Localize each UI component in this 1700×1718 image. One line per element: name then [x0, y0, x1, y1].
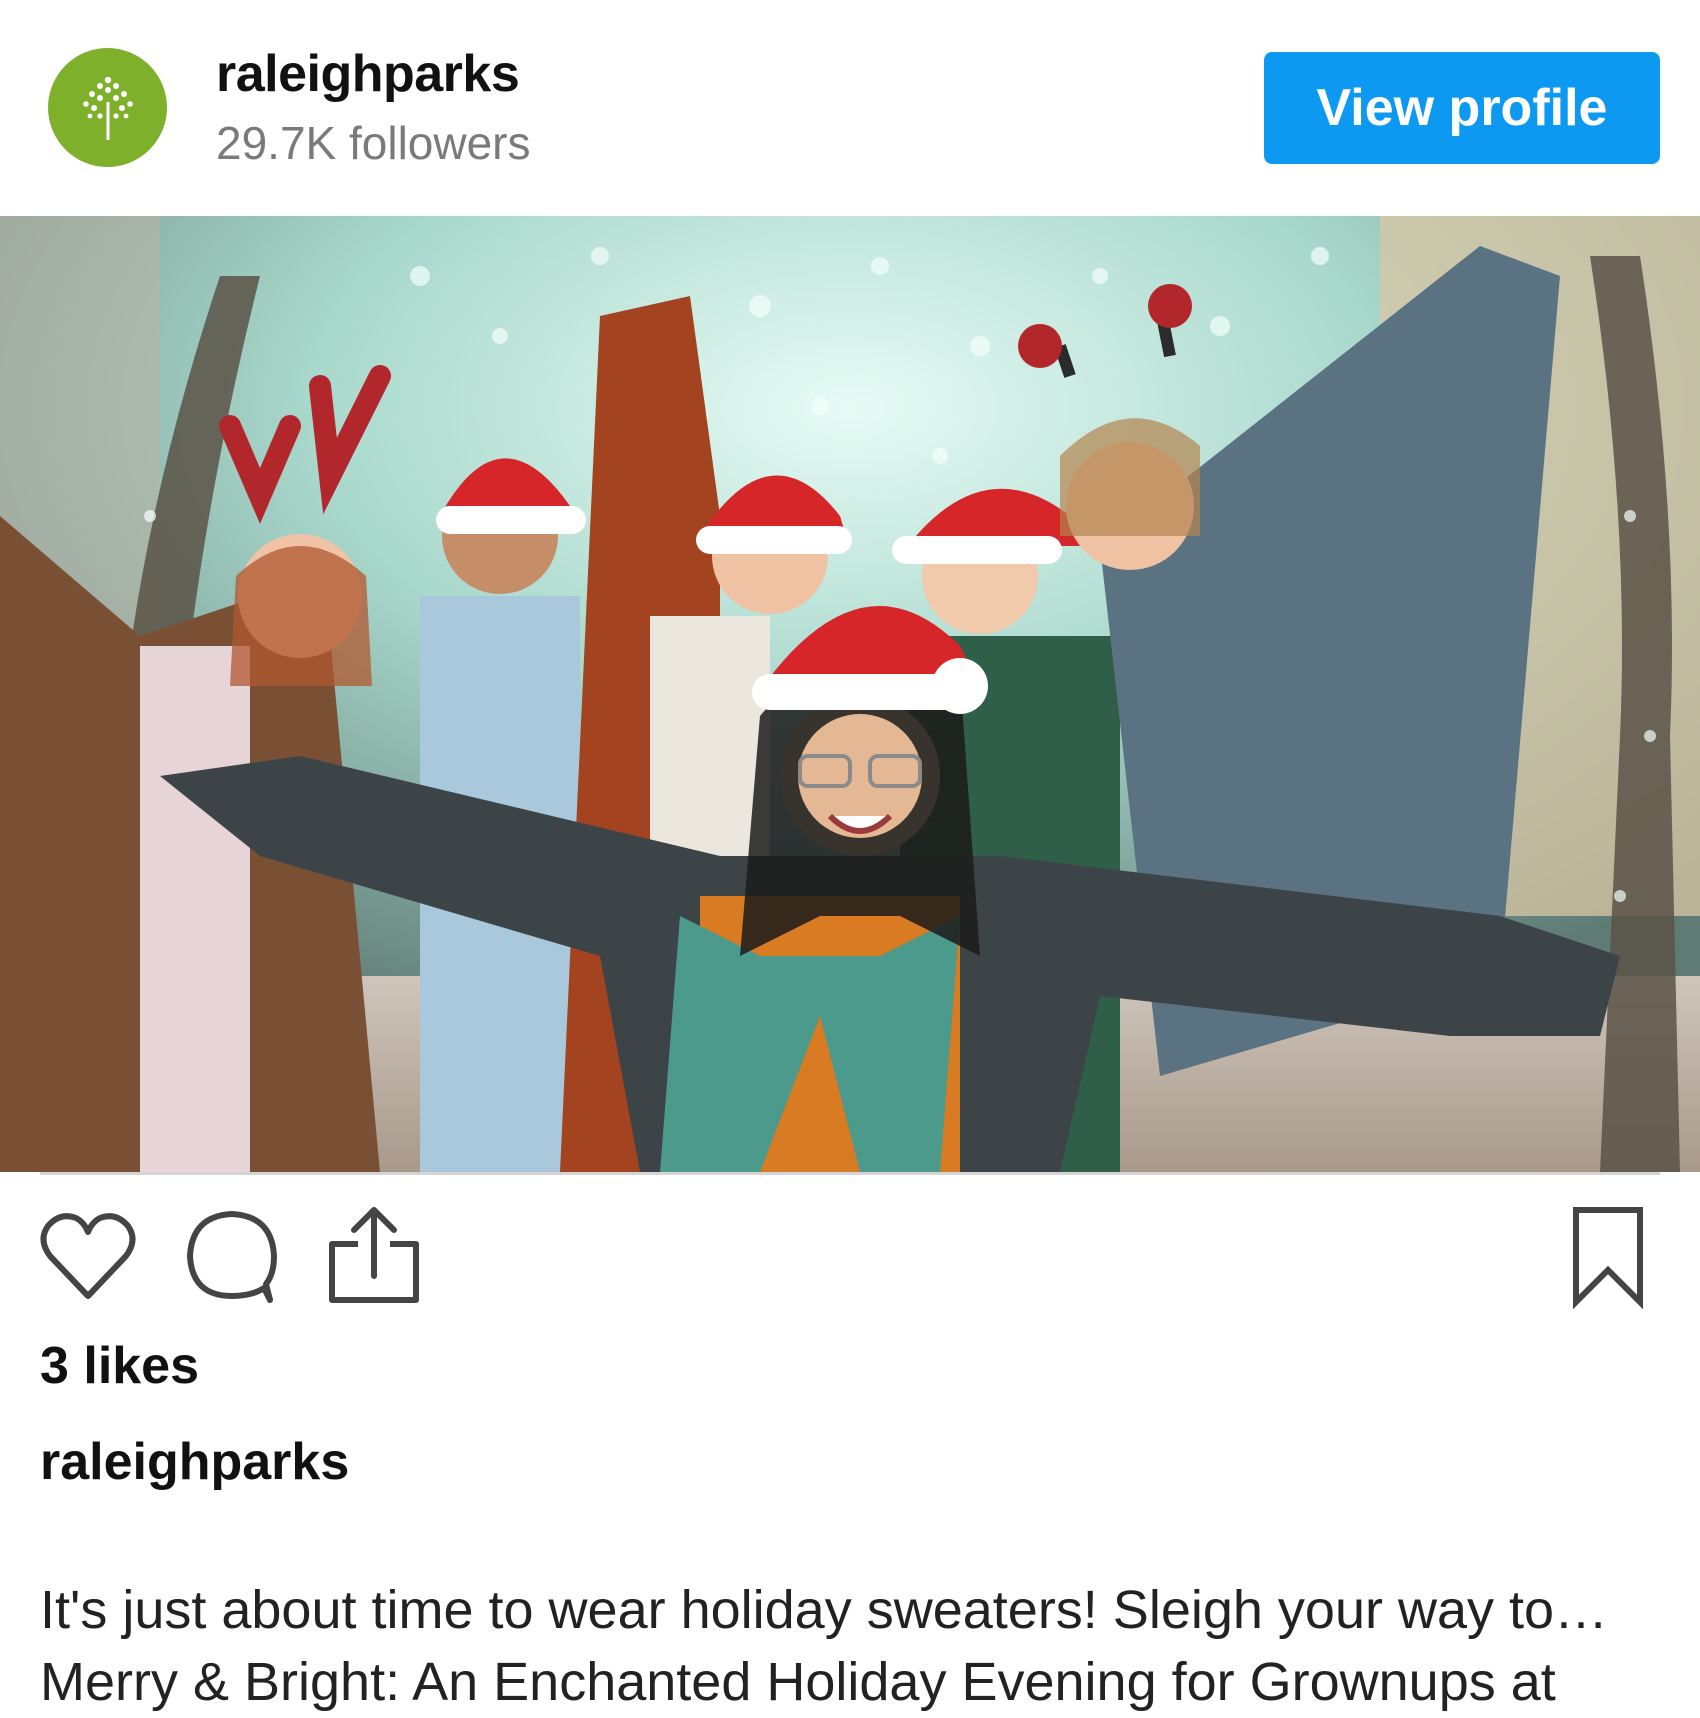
- account-username[interactable]: raleighparks: [216, 44, 520, 104]
- post-header: raleighparks 29.7K followers View profil…: [0, 0, 1700, 216]
- post-image[interactable]: [0, 216, 1700, 1172]
- like-count: 3 likes: [40, 1337, 200, 1395]
- bookmark-button[interactable]: [1560, 1204, 1656, 1310]
- comment-button[interactable]: [180, 1204, 284, 1308]
- bookmark-icon: [1573, 1207, 1643, 1310]
- caption-line: Merry & Bright: An Enchanted Holiday Eve…: [40, 1652, 1556, 1712]
- heart-icon: [40, 1213, 136, 1299]
- avatar[interactable]: [48, 48, 167, 167]
- follower-count: 29.7K followers: [216, 117, 531, 169]
- caption-author[interactable]: raleighparks: [40, 1432, 349, 1492]
- share-icon: [329, 1207, 419, 1303]
- view-profile-button[interactable]: View profile: [1264, 52, 1660, 164]
- holiday-group-photo: [0, 216, 1700, 1172]
- image-divider: [40, 1172, 1660, 1175]
- comment-icon: [187, 1211, 277, 1303]
- like-button[interactable]: [36, 1204, 140, 1308]
- caption-line: It's just about time to wear holiday swe…: [40, 1580, 1609, 1640]
- tree-logo-icon: [82, 76, 133, 140]
- caption-text: It's just about time to wear holiday swe…: [40, 1574, 1680, 1718]
- share-button[interactable]: [322, 1204, 426, 1308]
